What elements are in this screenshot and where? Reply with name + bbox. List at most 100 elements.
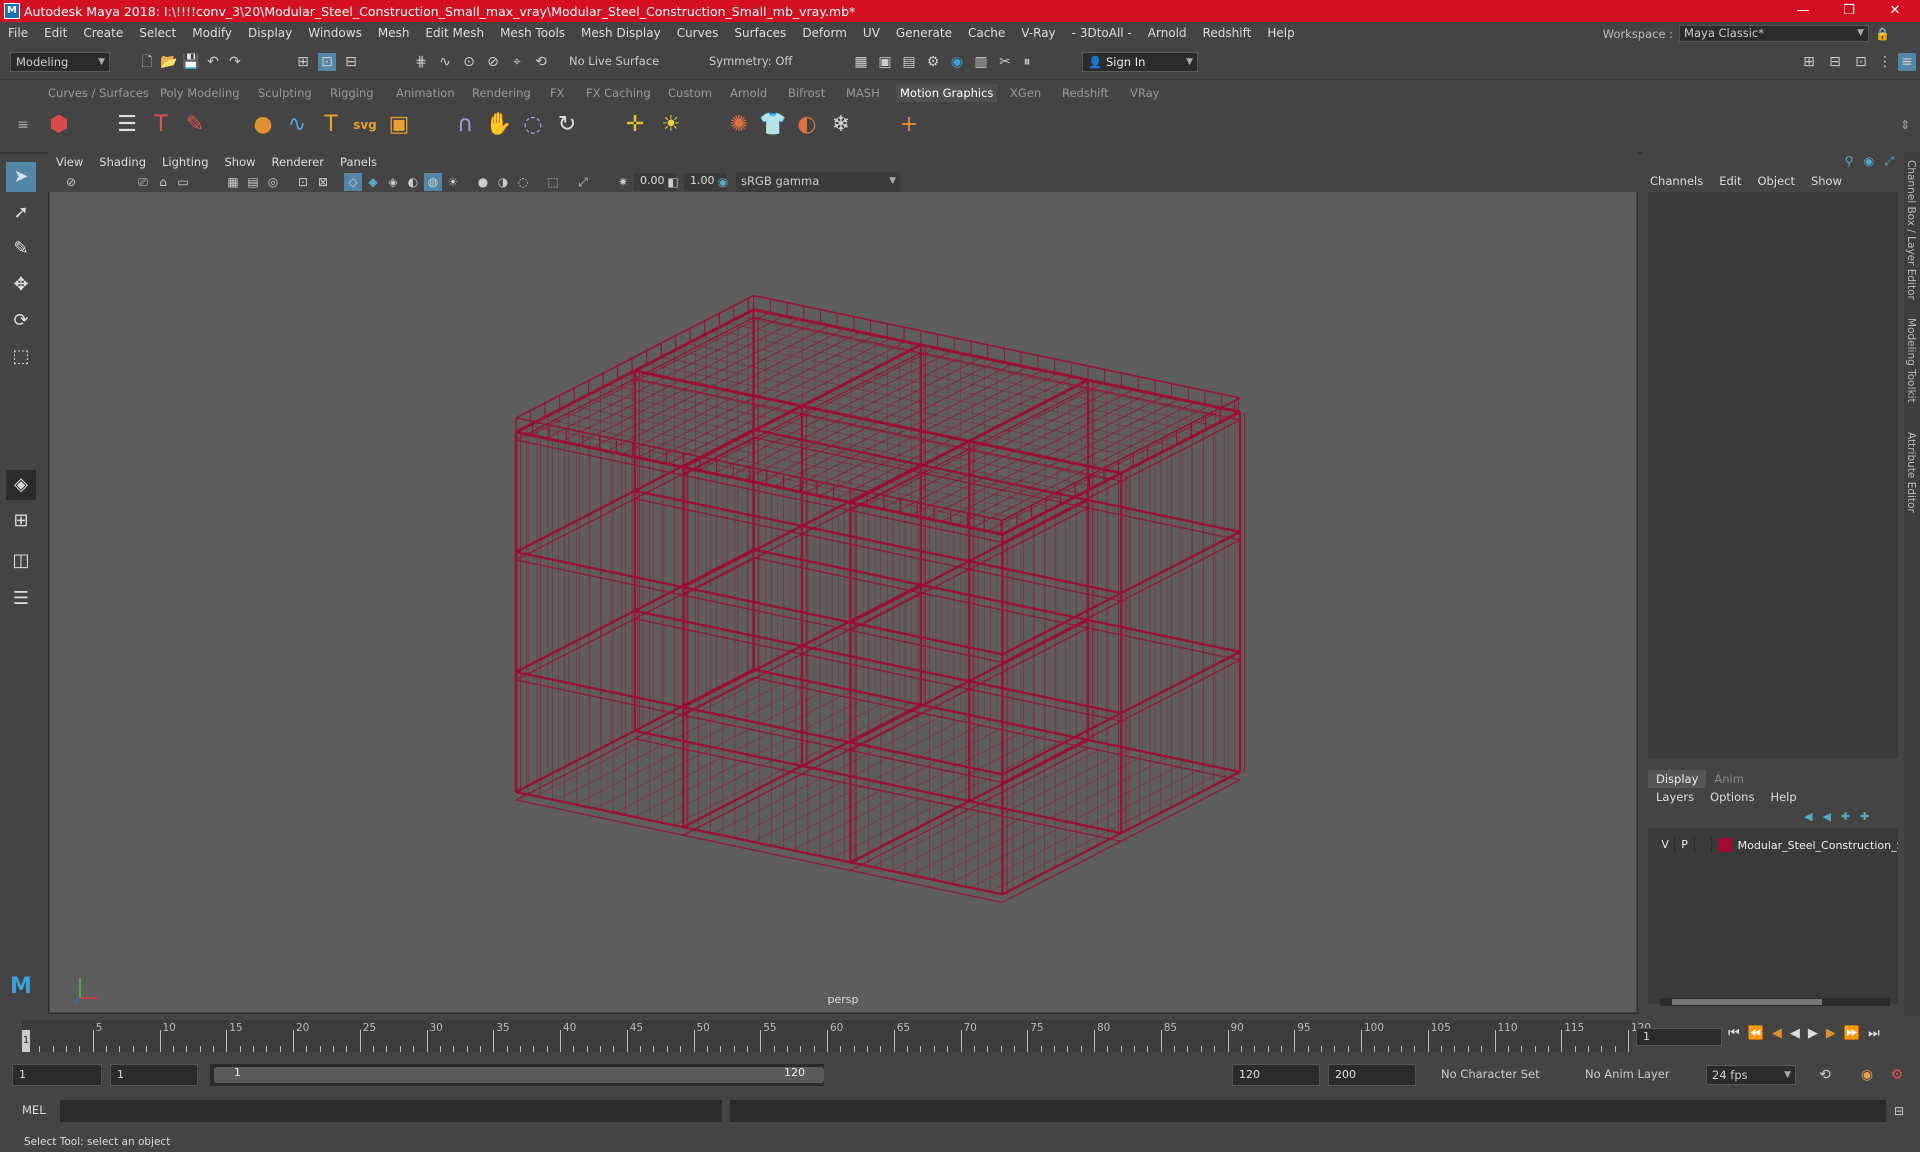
step-back-icon[interactable]: ⏪ bbox=[1748, 1026, 1764, 1041]
menu-help[interactable]: Help bbox=[1259, 26, 1302, 40]
shelf-scroll-icon[interactable]: ⇕ bbox=[1890, 110, 1920, 140]
snap-curve-icon[interactable]: ∿ bbox=[436, 53, 454, 71]
tab-anim[interactable]: Anim bbox=[1706, 770, 1752, 788]
go-to-start-icon[interactable]: ⏮ bbox=[1728, 1026, 1740, 1041]
outliner-layout-icon[interactable]: ☰ bbox=[6, 584, 36, 614]
step-forward-key-icon[interactable]: ▶ bbox=[1826, 1026, 1836, 1041]
animation-end-field[interactable]: 200 bbox=[1328, 1064, 1416, 1086]
viewport-menu-shading[interactable]: Shading bbox=[99, 155, 146, 169]
menu-mesh[interactable]: Mesh bbox=[370, 26, 418, 40]
four-view-layout-icon[interactable]: ⊞ bbox=[6, 506, 36, 536]
particles-icon[interactable]: ✺ bbox=[724, 110, 754, 140]
lasso-icon[interactable]: ◌ bbox=[518, 110, 548, 140]
color-management-icon[interactable]: ◉ bbox=[714, 173, 732, 191]
wireframe-on-shaded-icon[interactable]: ◈ bbox=[384, 173, 402, 191]
menu-3dtoall[interactable]: - 3DtoAll - bbox=[1064, 26, 1140, 40]
shelf-tab-fx[interactable]: FX bbox=[546, 84, 569, 102]
snap-view-icon[interactable]: ⊘ bbox=[484, 53, 502, 71]
shelf-tab-custom[interactable]: Custom bbox=[664, 84, 716, 102]
attribute-editor-icon[interactable]: ⊟ bbox=[1826, 53, 1844, 71]
menu-surfaces[interactable]: Surfaces bbox=[726, 26, 794, 40]
xray-icon[interactable]: ◍ bbox=[424, 173, 442, 191]
current-frame-field[interactable]: 1 bbox=[1636, 1028, 1722, 1046]
magnet-icon[interactable]: ∩ bbox=[450, 110, 480, 140]
lasso-tool-icon[interactable]: ➚ bbox=[6, 198, 36, 228]
shelf-tab-mash[interactable]: MASH bbox=[842, 84, 884, 102]
menu-edit-mesh[interactable]: Edit Mesh bbox=[417, 26, 492, 40]
bookmark-icon[interactable]: ⌂ bbox=[154, 173, 172, 191]
shirt-icon[interactable]: 👕 bbox=[758, 110, 788, 140]
snap-grid-icon[interactable]: ⋕ bbox=[412, 53, 430, 71]
anim-layer-dropdown[interactable]: No Anim Layer bbox=[1580, 1065, 1680, 1085]
3d-viewport[interactable]: persp bbox=[50, 192, 1636, 1012]
menu-mesh-display[interactable]: Mesh Display bbox=[573, 26, 669, 40]
animation-start-field[interactable]: 1 bbox=[12, 1064, 102, 1086]
shelf-tab-sculpting[interactable]: Sculpting bbox=[254, 84, 316, 102]
svg-icon[interactable]: svg bbox=[350, 110, 380, 140]
channel-show-menu[interactable]: Show bbox=[1811, 174, 1842, 188]
pause-icon[interactable]: ⏸ bbox=[1018, 53, 1036, 71]
scale-tool-icon[interactable]: ⬚ bbox=[6, 342, 36, 372]
shelf-tab-rendering[interactable]: Rendering bbox=[468, 84, 535, 102]
text-icon[interactable]: T bbox=[316, 110, 346, 140]
render-current-icon[interactable]: ▣ bbox=[876, 53, 894, 71]
select-tool-icon[interactable]: ➤ bbox=[6, 162, 36, 192]
ipr-render-icon[interactable]: ▤ bbox=[900, 53, 918, 71]
viewport-menu-panels[interactable]: Panels bbox=[340, 155, 377, 169]
character-set-dropdown[interactable]: No Character Set bbox=[1436, 1065, 1566, 1085]
menu-edit[interactable]: Edit bbox=[36, 26, 75, 40]
exposure-icon[interactable]: ✷ bbox=[614, 173, 632, 191]
auto-key-icon[interactable]: ◉ bbox=[1858, 1066, 1876, 1084]
select-component-icon[interactable]: ⊟ bbox=[342, 53, 360, 71]
menu-mesh-tools[interactable]: Mesh Tools bbox=[492, 26, 573, 40]
command-input[interactable] bbox=[60, 1100, 722, 1122]
select-hierarchy-icon[interactable]: ⊞ bbox=[294, 53, 312, 71]
layer-name[interactable]: Modular_Steel_Construction_S bbox=[1738, 839, 1898, 852]
gamma-icon[interactable]: ◧ bbox=[664, 173, 682, 191]
minimize-button[interactable]: — bbox=[1780, 0, 1826, 22]
tool-settings-icon[interactable]: ⊡ bbox=[1852, 53, 1870, 71]
sphere-icon[interactable]: ● bbox=[248, 110, 278, 140]
loop-icon[interactable]: ⟲ bbox=[1816, 1066, 1834, 1084]
animation-preferences-icon[interactable]: ⚙ bbox=[1888, 1066, 1906, 1084]
layer-editor-toggle-icon[interactable]: ⤢ bbox=[1880, 152, 1898, 170]
paint-select-tool-icon[interactable]: ✎ bbox=[6, 234, 36, 264]
menu-redshift[interactable]: Redshift bbox=[1195, 26, 1260, 40]
script-editor-icon[interactable]: ⊟ bbox=[1890, 1102, 1908, 1120]
fps-dropdown[interactable]: 24 fps ▼ bbox=[1706, 1065, 1796, 1085]
layer-horizontal-scrollbar[interactable] bbox=[1660, 998, 1890, 1006]
playback-end-field[interactable]: 120 bbox=[1232, 1064, 1320, 1086]
menu-deform[interactable]: Deform bbox=[794, 26, 855, 40]
go-to-end-icon[interactable]: ⏭ bbox=[1868, 1026, 1880, 1041]
ambient-occlusion-icon[interactable]: ◑ bbox=[494, 173, 512, 191]
menu-generate[interactable]: Generate bbox=[888, 26, 960, 40]
workspace-dropdown[interactable]: Maya Classic* ▼ bbox=[1679, 25, 1870, 42]
symmetry-dropdown[interactable]: Symmetry: Off bbox=[704, 52, 804, 72]
mode-dropdown[interactable]: Modeling ▼ bbox=[10, 52, 110, 72]
layer-visibility-toggle[interactable]: V bbox=[1656, 837, 1676, 853]
rotate-tool-icon[interactable]: ⟳ bbox=[6, 306, 36, 336]
cube-icon[interactable]: ▣ bbox=[384, 110, 414, 140]
snap-pivot-icon[interactable]: ⟲ bbox=[532, 53, 550, 71]
layer-color-swatch[interactable] bbox=[1718, 838, 1732, 852]
isolate-select-icon[interactable]: ⬚ bbox=[544, 173, 562, 191]
color-space-dropdown[interactable]: sRGB gamma ▼ bbox=[736, 172, 900, 192]
viewport-menu-show[interactable]: Show bbox=[225, 155, 256, 169]
camera-select-icon[interactable]: ⊘ bbox=[62, 173, 80, 191]
hand-icon[interactable]: ✋ bbox=[484, 110, 514, 140]
shelf-tab-animation[interactable]: Animation bbox=[392, 84, 459, 102]
light-icon[interactable]: ☀ bbox=[656, 110, 686, 140]
open-scene-icon[interactable]: 📂 bbox=[160, 53, 178, 71]
move-layer-up-icon[interactable]: ◀ bbox=[1804, 810, 1812, 823]
shelf-tab-motion-graphics[interactable]: Motion Graphics bbox=[896, 84, 998, 102]
layers-menu[interactable]: Layers bbox=[1656, 790, 1694, 804]
wireframe-model[interactable] bbox=[50, 192, 1636, 1012]
modeling-toolkit-icon[interactable]: ⊞ bbox=[1800, 53, 1818, 71]
render-view-icon[interactable]: ▦ bbox=[852, 53, 870, 71]
smooth-shade-icon[interactable]: ◆ bbox=[364, 173, 382, 191]
time-ruler[interactable]: 5 10 15 20 25 30 35 40 45 50 55 60 65 70 75 80 85 90 95 100… bbox=[22, 1020, 1651, 1052]
range-bar[interactable]: 1 120 bbox=[210, 1064, 824, 1086]
viewport-menu-lighting[interactable]: Lighting bbox=[162, 155, 208, 169]
shelf-tab-redshift[interactable]: Redshift bbox=[1058, 84, 1113, 102]
step-back-key-icon[interactable]: ◀ bbox=[1772, 1026, 1782, 1041]
